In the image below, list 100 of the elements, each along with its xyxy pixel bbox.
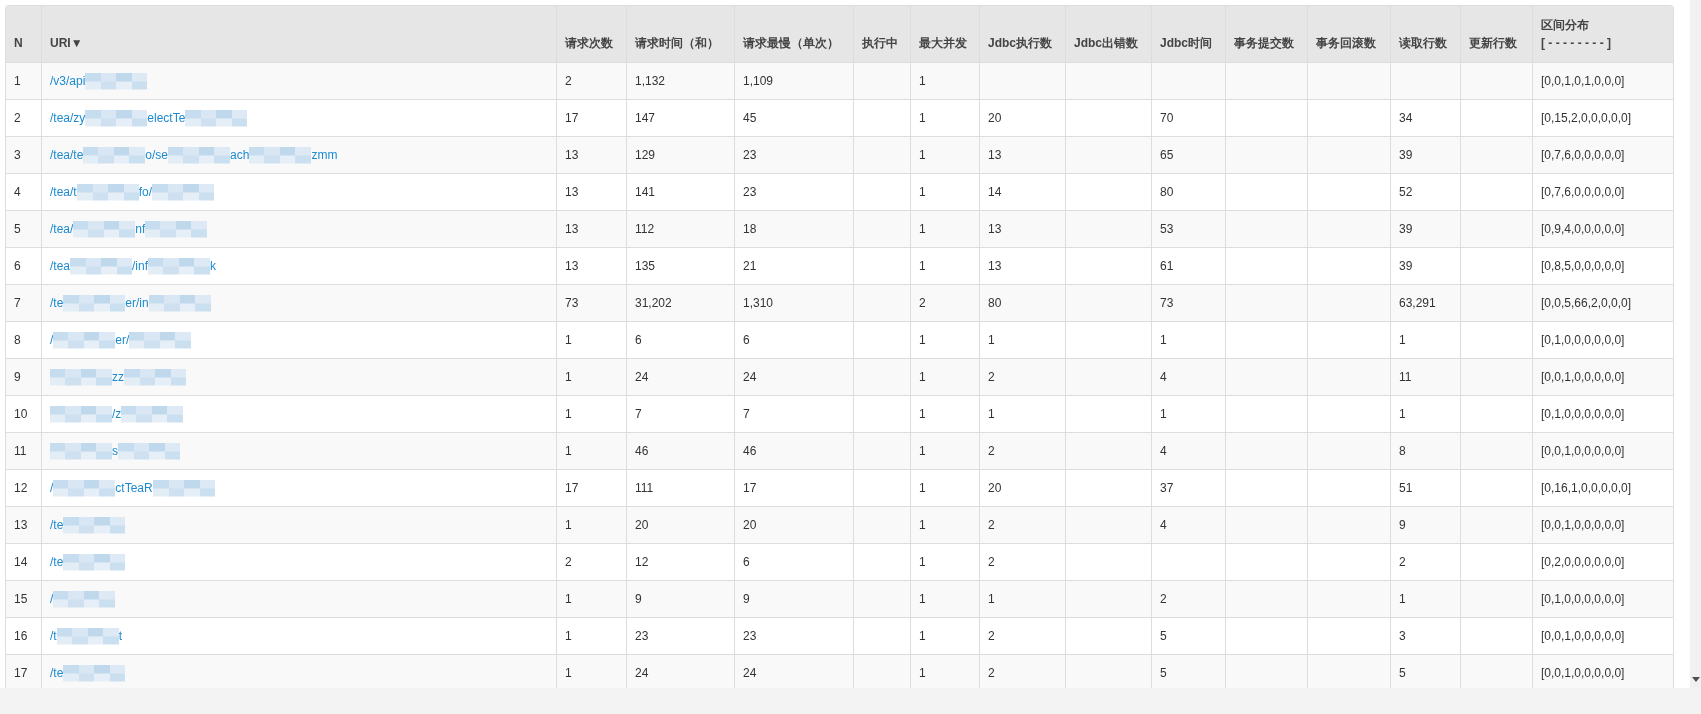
table-cell: 39 — [1399, 148, 1413, 162]
uri-link[interactable]: /tea/zy — [50, 110, 86, 125]
table-cell: [0,2,0,0,0,0,0,0] — [1541, 555, 1625, 569]
table-cell: [0,0,1,0,1,0,0,0] — [1541, 74, 1625, 88]
table-cell: 1 — [565, 407, 572, 421]
table-cell: 141 — [635, 185, 656, 199]
table-cell: [0,7,6,0,0,0,0,0] — [1541, 148, 1625, 162]
table-cell: [0,7,6,0,0,0,0,0] — [1541, 185, 1625, 199]
table-cell: [0,0,1,0,0,0,0,0] — [1541, 370, 1625, 384]
table-cell: 9 — [743, 592, 750, 606]
table-cell: [0,1,0,0,0,0,0,0] — [1541, 333, 1625, 347]
row-number: 7 — [14, 296, 21, 310]
redaction-block — [53, 479, 116, 497]
row-number: 6 — [14, 259, 21, 273]
redaction-block — [50, 368, 112, 386]
table-cell: 9 — [1399, 518, 1406, 532]
redaction-block — [50, 442, 112, 460]
table-cell: 13 — [988, 259, 1002, 273]
table-cell: 1 — [988, 592, 995, 606]
table-cell: 147 — [635, 111, 656, 125]
redaction-block — [85, 72, 148, 90]
redaction-block — [85, 109, 148, 127]
table-cell: 20 — [635, 518, 649, 532]
table-cell: 2 — [988, 518, 995, 532]
table-cell: 1 — [1399, 333, 1406, 347]
table-cell: 73 — [565, 296, 579, 310]
table-cell: 18 — [743, 222, 757, 236]
table-cell: 13 — [988, 222, 1002, 236]
uri-link[interactable]: /v3/api — [50, 73, 86, 88]
table-cell: 13 — [565, 222, 579, 236]
redaction-block — [70, 257, 132, 275]
redaction-block — [129, 331, 192, 349]
table-cell: 2 — [988, 555, 995, 569]
column-header: 事务回滚数 — [1316, 35, 1377, 52]
table-cell: 65 — [1160, 148, 1174, 162]
table-cell: 53 — [1160, 222, 1174, 236]
table-cell: 1,109 — [743, 74, 774, 88]
table-cell: 4 — [1160, 444, 1167, 458]
uri-link[interactable]: zz — [112, 369, 124, 384]
table-cell: 1 — [919, 407, 926, 421]
row-number: 3 — [14, 148, 21, 162]
uri-link[interactable]: ach — [230, 147, 250, 162]
uri-link[interactable]: / — [50, 480, 54, 495]
row-number: 12 — [14, 481, 28, 495]
table-cell: 17 — [565, 111, 579, 125]
table-cell: 1 — [919, 666, 926, 680]
table-cell: 2 — [919, 296, 926, 310]
uri-link[interactable]: / — [50, 332, 54, 347]
uri-link[interactable]: /t — [50, 628, 57, 643]
table-cell: [0,0,5,66,2,0,0,0] — [1541, 296, 1632, 310]
table-cell: 6 — [635, 333, 642, 347]
table-cell: 1 — [565, 444, 572, 458]
row-number: 14 — [14, 555, 28, 569]
uri-link[interactable]: /te — [50, 554, 64, 569]
table-cell: 46 — [743, 444, 757, 458]
uri-link[interactable]: zmm — [311, 147, 338, 162]
uri-link[interactable]: electTe — [147, 110, 186, 125]
uri-link[interactable]: /te — [50, 517, 64, 532]
uri-link[interactable]: /inf — [132, 258, 149, 273]
column-header: 更新行数 — [1469, 35, 1518, 52]
uri-link[interactable]: o/se — [145, 147, 169, 162]
redaction-block — [168, 146, 231, 164]
uri-link[interactable]: / — [50, 591, 54, 606]
column-header: 最大并发 — [919, 35, 968, 52]
row-number: 10 — [14, 407, 28, 421]
uri-link[interactable]: /tea/ — [50, 221, 74, 236]
uri-link[interactable]: /te — [50, 665, 64, 680]
redaction-block — [148, 294, 211, 312]
row-number: 1 — [14, 74, 21, 88]
uri-link[interactable]: /tea/t — [50, 184, 77, 199]
redaction-block — [249, 146, 312, 164]
table-cell: 1 — [565, 370, 572, 384]
uri-link[interactable]: er/in — [125, 295, 149, 310]
uri-link[interactable]: fo/ — [138, 184, 153, 199]
uri-link[interactable]: nf — [135, 221, 146, 236]
uri-link[interactable]: /tea — [50, 258, 70, 273]
uri-link[interactable]: t — [118, 628, 122, 643]
table-cell: 39 — [1399, 222, 1413, 236]
uri-link[interactable]: k — [210, 258, 217, 273]
table-cell: 2 — [1160, 592, 1167, 606]
table-cell: 1 — [919, 370, 926, 384]
uri-link[interactable]: /z — [112, 406, 122, 421]
uri-link[interactable]: /te — [50, 295, 64, 310]
uri-link[interactable]: s — [112, 443, 118, 458]
row-number: 8 — [14, 333, 21, 347]
table-cell: 1 — [919, 555, 926, 569]
uri-link[interactable]: /tea/te — [50, 147, 84, 162]
table-cell: 1 — [988, 407, 995, 421]
table-cell: 1 — [565, 518, 572, 532]
scroll-down-icon[interactable] — [1691, 677, 1700, 682]
column-header: 执行中 — [862, 35, 899, 52]
row-number: 16 — [14, 629, 28, 643]
row-number: 15 — [14, 592, 28, 606]
column-header: 请求次数 — [565, 35, 614, 52]
column-header: 区间分布 — [1541, 17, 1590, 34]
uri-link[interactable]: ctTeaR — [115, 480, 153, 495]
table-cell: 13 — [565, 148, 579, 162]
uri-link[interactable]: er/ — [115, 332, 130, 347]
row-number: 4 — [14, 185, 21, 199]
table-cell: 1 — [1160, 407, 1167, 421]
